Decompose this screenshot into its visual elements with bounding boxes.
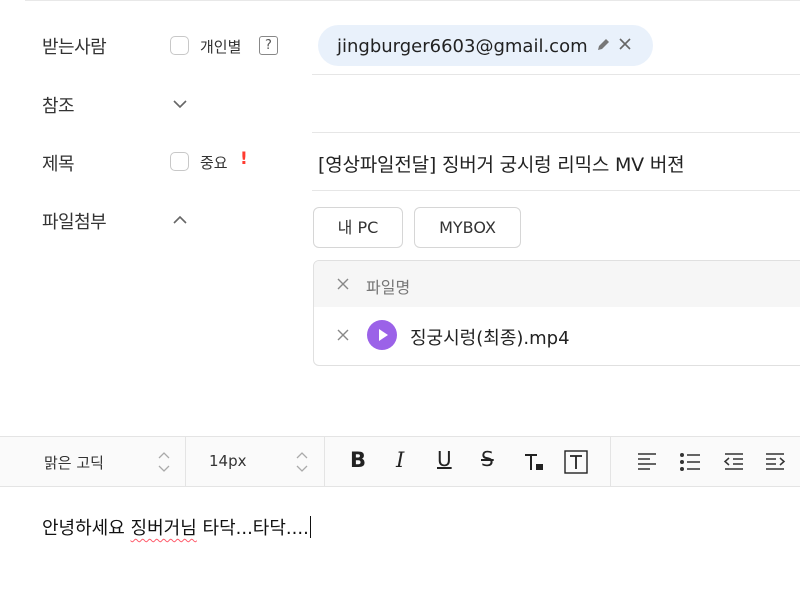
editor-toolbar: 맑은 고딕 14px B I U S (0, 436, 800, 487)
file-name-header: 파일명 (366, 278, 411, 297)
outdent-icon[interactable] (721, 449, 747, 475)
body-text-part: 타닥...타닥.... (196, 518, 309, 539)
important-mark-icon: ! (240, 149, 248, 169)
subject-divider (312, 190, 800, 191)
toolbar-divider (185, 437, 186, 486)
bold-button[interactable]: B (350, 448, 366, 472)
indent-icon[interactable] (762, 449, 788, 475)
close-icon[interactable] (617, 36, 633, 52)
underline-button[interactable]: U (437, 447, 452, 471)
attachment-label: 파일첨부 (42, 212, 107, 233)
cc-label: 참조 (42, 96, 75, 117)
play-icon (367, 320, 397, 350)
individual-send-checkbox[interactable] (170, 36, 189, 55)
pencil-icon[interactable] (595, 37, 611, 53)
spellcheck-word: 징버거님 (130, 518, 197, 539)
top-divider (25, 0, 800, 1)
font-family-stepper-icon[interactable] (157, 447, 171, 477)
remove-file-icon[interactable] (336, 328, 350, 342)
font-family-select[interactable]: 맑은 고딕 (44, 452, 104, 473)
help-icon[interactable]: ? (259, 36, 278, 55)
bullet-list-icon[interactable] (677, 449, 703, 475)
toolbar-divider (610, 437, 611, 486)
subject-input[interactable]: [영상파일전달] 징버거 궁시렁 리믹스 MV 버젼 (318, 150, 685, 177)
font-size-stepper-icon[interactable] (295, 447, 309, 477)
recipient-divider (312, 74, 800, 75)
remove-all-icon[interactable] (336, 277, 350, 291)
attachment-list: 파일명 징궁시렁(최종).mp4 (313, 260, 800, 366)
attachment-file-name[interactable]: 징궁시렁(최종).mp4 (410, 324, 570, 350)
cc-divider (312, 132, 800, 133)
important-label[interactable]: 중요 (200, 152, 228, 173)
text-color-icon[interactable] (521, 449, 547, 475)
attachment-list-header: 파일명 (314, 261, 800, 307)
chevron-up-icon[interactable] (170, 210, 190, 230)
italic-button[interactable]: I (396, 448, 404, 472)
subject-label: 제목 (42, 154, 75, 175)
important-checkbox[interactable] (170, 152, 189, 171)
strikethrough-button[interactable]: S (481, 447, 494, 471)
recipient-chip[interactable]: jingburger6603@gmail.com (318, 25, 653, 66)
recipient-email: jingburger6603@gmail.com (337, 36, 588, 57)
text-caret (309, 516, 311, 538)
my-pc-button[interactable]: 내 PC (313, 207, 403, 248)
body-text-part: 안녕하세요 (42, 518, 131, 539)
recipient-label: 받는사람 (42, 37, 107, 58)
individual-send-label[interactable]: 개인별 (200, 36, 241, 57)
message-editor[interactable]: 안녕하세요 징버거님 타닥...타닥.... (0, 488, 800, 613)
mybox-button[interactable]: MYBOX (414, 207, 521, 248)
chevron-down-icon[interactable] (170, 94, 190, 114)
message-body-text[interactable]: 안녕하세요 징버거님 타닥...타닥.... (42, 514, 311, 540)
font-size-select[interactable]: 14px (209, 452, 247, 470)
toolbar-divider (324, 437, 325, 486)
align-left-icon[interactable] (634, 449, 660, 475)
text-background-icon[interactable] (563, 449, 589, 475)
